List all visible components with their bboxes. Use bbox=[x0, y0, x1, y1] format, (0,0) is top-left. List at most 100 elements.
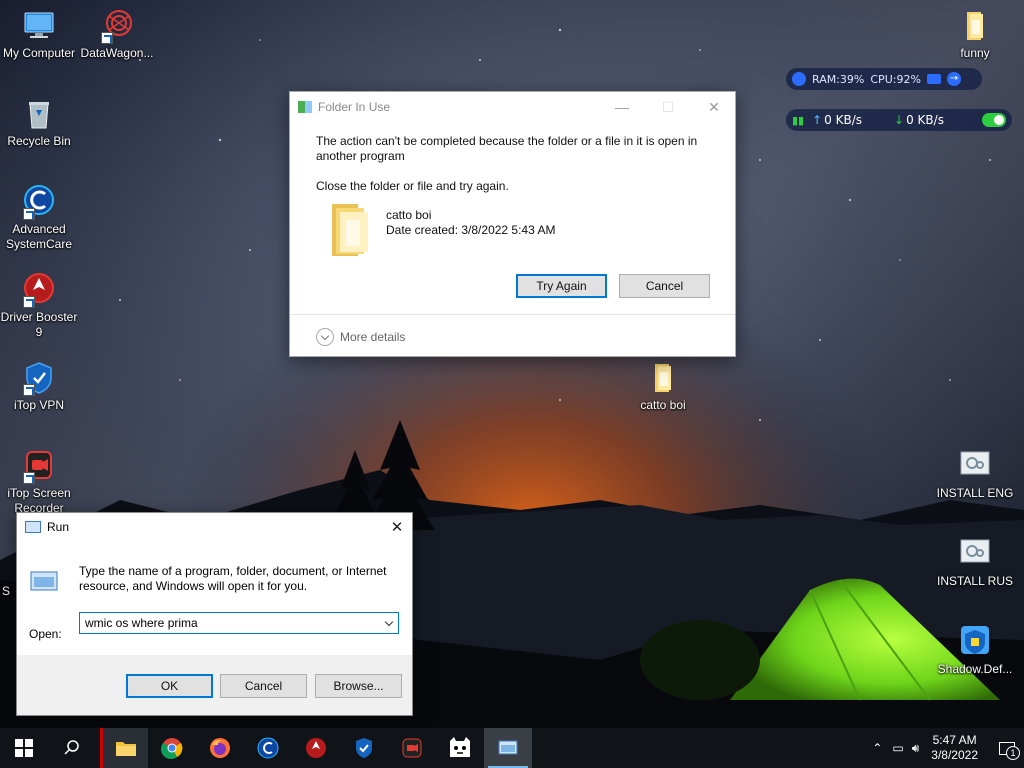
folder-icon bbox=[645, 360, 681, 396]
notification-icon[interactable]: 1 bbox=[990, 741, 1024, 760]
desktop-icon-shadow-defender[interactable]: Shadow.Def... bbox=[936, 624, 1014, 677]
search-button[interactable] bbox=[48, 728, 96, 768]
firefox-icon bbox=[210, 738, 230, 758]
installer-icon bbox=[957, 448, 993, 484]
try-again-button[interactable]: Try Again bbox=[516, 274, 607, 298]
minimize-button[interactable]: — bbox=[599, 92, 645, 122]
desktop-icon-label: INSTALL RUS bbox=[936, 574, 1014, 588]
run-title: Run bbox=[47, 520, 70, 534]
taskbar-file-explorer[interactable] bbox=[100, 728, 148, 768]
desktop-icon-label: My Computer bbox=[2, 46, 76, 60]
run-title-bar[interactable]: Run ✕ bbox=[17, 513, 412, 541]
run-dialog: Run ✕ Type the name of a program, folder… bbox=[16, 512, 413, 716]
driver-booster-icon bbox=[21, 272, 57, 308]
itop-vpn-icon bbox=[356, 738, 372, 758]
desktop-icon-recycle-bin[interactable]: Recycle Bin bbox=[0, 96, 78, 149]
desktop-icon-label: INSTALL ENG bbox=[936, 486, 1014, 500]
folder-in-use-dialog: Folder In Use — ☐ ✕ The action can't be … bbox=[289, 91, 736, 357]
start-button[interactable] bbox=[0, 728, 48, 768]
dialog-app-icon bbox=[298, 101, 312, 113]
network-speed-widget[interactable]: ▮▮ ↑ 0 KB/s ↓ 0 KB/s bbox=[786, 109, 1012, 131]
desktop-icon-itop-screen-recorder[interactable]: iTop Screen Recorder bbox=[0, 448, 78, 516]
desktop-icon-my-computer[interactable]: My Computer bbox=[0, 8, 78, 61]
system-monitor-widget[interactable]: RAM: 39% CPU: 92% → bbox=[786, 68, 982, 90]
run-program-icon bbox=[29, 569, 61, 596]
arrow-right-icon[interactable]: → bbox=[946, 72, 961, 86]
shortcut-arrow-icon bbox=[23, 296, 35, 308]
itop-screen-recorder-icon bbox=[21, 448, 57, 484]
maximize-button[interactable]: ☐ bbox=[645, 92, 691, 122]
file-name: catto boi bbox=[386, 208, 432, 222]
taskbar-chrome[interactable] bbox=[148, 728, 196, 768]
desktop-icon-label: catto boi bbox=[640, 398, 686, 412]
run-command-input[interactable]: wmic os where prima bbox=[79, 612, 399, 634]
itop-screen-recorder-icon bbox=[402, 738, 422, 758]
desktop-icon-label: funny bbox=[960, 46, 990, 60]
upload-speed: 0 KB/s bbox=[824, 113, 863, 127]
desktop-icon-catto-boi[interactable]: catto boi bbox=[624, 360, 702, 413]
signal-icon: ▮▮ bbox=[792, 113, 805, 127]
desktop-icon-label: Driver Booster 9 bbox=[0, 310, 78, 339]
cancel-button[interactable]: Cancel bbox=[619, 274, 710, 298]
taskbar-cat-app[interactable] bbox=[436, 728, 484, 768]
more-details-toggle[interactable]: More details bbox=[316, 328, 405, 346]
desktop-icon-install-eng[interactable]: INSTALL ENG bbox=[936, 448, 1014, 501]
close-button[interactable]: ✕ bbox=[382, 513, 412, 541]
desktop-icon-itop-vpn[interactable]: iTop VPN bbox=[0, 360, 78, 413]
run-body: Type the name of a program, folder, docu… bbox=[17, 541, 412, 655]
chevron-down-icon[interactable] bbox=[384, 617, 394, 627]
desktop-icon-label: DataWagon... bbox=[80, 46, 154, 60]
ok-button[interactable]: OK bbox=[126, 674, 213, 698]
cancel-button[interactable]: Cancel bbox=[220, 674, 307, 698]
cpu-label: CPU: bbox=[870, 72, 897, 86]
close-button[interactable]: ✕ bbox=[691, 92, 737, 122]
rocket-icon[interactable] bbox=[792, 72, 806, 86]
advanced-systemcare-icon bbox=[257, 737, 279, 759]
shortcut-arrow-icon bbox=[101, 32, 113, 44]
clock-date: 3/8/2022 bbox=[931, 748, 978, 762]
record-icon[interactable] bbox=[926, 74, 941, 84]
volume-icon[interactable]: 🔊︎ bbox=[908, 741, 924, 756]
run-app-icon bbox=[498, 740, 518, 755]
desktop-icon-install-rus[interactable]: INSTALL RUS bbox=[936, 536, 1014, 589]
windows-logo-icon bbox=[15, 739, 33, 757]
shadow-defender-icon bbox=[957, 624, 993, 660]
file-date-created: Date created: 3/8/2022 5:43 AM bbox=[386, 223, 556, 237]
taskbar-itop-screen-recorder[interactable] bbox=[388, 728, 436, 768]
taskbar-firefox[interactable] bbox=[196, 728, 244, 768]
chevron-down-icon bbox=[316, 328, 334, 346]
file-explorer-icon bbox=[115, 742, 136, 756]
clock-time: 5:47 AM bbox=[932, 733, 977, 747]
desktop-icon-advanced-systemcare[interactable]: Advanced SystemCare bbox=[0, 184, 78, 252]
ram-value: 39% bbox=[839, 72, 865, 86]
folder-icon bbox=[957, 8, 993, 44]
taskbar-advanced-systemcare[interactable] bbox=[244, 728, 292, 768]
desktop-icon-funny[interactable]: funny bbox=[936, 8, 1014, 61]
search-icon bbox=[64, 740, 79, 755]
taskbar-driver-booster[interactable] bbox=[292, 728, 340, 768]
taskbar-run-app[interactable] bbox=[484, 728, 532, 768]
taskbar-itop-vpn[interactable] bbox=[340, 728, 388, 768]
shortcut-arrow-icon bbox=[23, 208, 35, 220]
run-description: Type the name of a program, folder, docu… bbox=[79, 564, 387, 593]
dialog-separator bbox=[290, 314, 735, 315]
open-label: Open: bbox=[29, 627, 62, 641]
widget-toggle[interactable] bbox=[982, 113, 1006, 127]
run-input-value: wmic os where prima bbox=[85, 616, 198, 630]
dialog-title-bar[interactable]: Folder In Use — ☐ ✕ bbox=[290, 92, 735, 122]
browse-button[interactable]: Browse... bbox=[315, 674, 402, 698]
download-speed: 0 KB/s bbox=[906, 113, 944, 127]
chrome-icon bbox=[161, 738, 183, 759]
taskbar: ⌃ ▭ 🔊︎ 5:47 AM 3/8/2022 1 bbox=[0, 728, 1024, 768]
upload-arrow-icon: ↑ bbox=[812, 113, 823, 127]
folder-icon bbox=[326, 198, 372, 262]
desktop-icon-driver-booster[interactable]: Driver Booster 9 bbox=[0, 272, 78, 340]
chevron-up-icon[interactable]: ⌃ bbox=[866, 741, 888, 755]
download-arrow-icon: ↓ bbox=[894, 113, 905, 127]
installer-icon bbox=[957, 536, 993, 572]
cpu-value: 92% bbox=[896, 72, 921, 86]
desktop-icon-datawagon[interactable]: DataWagon... bbox=[78, 8, 156, 61]
datawagon-icon bbox=[99, 8, 135, 44]
network-icon[interactable]: ▭ bbox=[888, 741, 907, 755]
clock[interactable]: 5:47 AM 3/8/2022 bbox=[931, 733, 978, 763]
